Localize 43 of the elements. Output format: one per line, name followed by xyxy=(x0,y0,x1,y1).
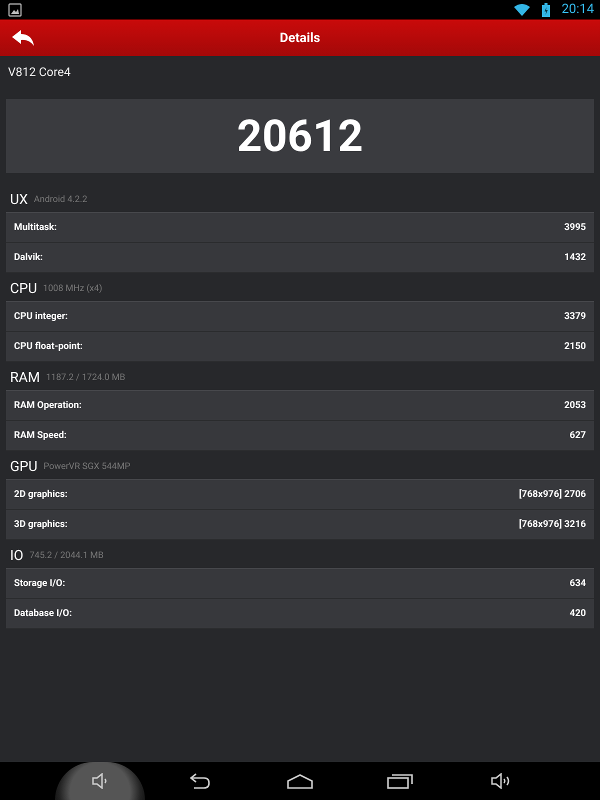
clock: 20:14 xyxy=(562,2,594,17)
section-title: UX xyxy=(10,192,28,208)
section-subtitle: 1187.2 / 1724.0 MB xyxy=(46,373,126,383)
result-value: [768x976] 2706 xyxy=(519,489,586,500)
result-label: CPU integer: xyxy=(14,311,68,322)
result-value: [768x976] 3216 xyxy=(519,519,586,530)
result-label: RAM Operation: xyxy=(14,400,82,411)
result-label: Database I/O: xyxy=(14,608,72,619)
screen-title: Details xyxy=(280,30,320,46)
total-score: 20612 xyxy=(236,110,364,162)
section-subtitle: 745.2 / 2044.1 MB xyxy=(29,551,104,561)
result-value: 627 xyxy=(570,430,586,441)
section-subtitle: PowerVR SGX 544MP xyxy=(43,462,130,472)
result-value: 1432 xyxy=(564,252,586,263)
wifi-icon xyxy=(514,4,530,16)
result-value: 634 xyxy=(570,578,586,589)
section-title: IO xyxy=(10,548,24,564)
result-value: 420 xyxy=(570,608,586,619)
section-subtitle: Android 4.2.2 xyxy=(34,195,88,205)
volume-down-icon xyxy=(92,772,108,790)
picture-icon xyxy=(8,2,22,16)
result-label: Storage I/O: xyxy=(14,578,66,589)
device-name: V812 Core4 xyxy=(7,64,72,81)
result-label: RAM Speed: xyxy=(14,430,67,441)
result-label: Dalvik: xyxy=(14,252,43,263)
section-subtitle: 1008 MHz (x4) xyxy=(43,284,102,294)
recents-icon xyxy=(387,774,413,788)
section-title: CPU xyxy=(10,281,38,297)
result-label: 3D graphics: xyxy=(14,519,68,530)
result-label: 2D graphics: xyxy=(14,489,68,500)
result-label: Multitask: xyxy=(14,222,57,233)
result-value: 2150 xyxy=(564,341,586,352)
back-icon xyxy=(190,773,210,789)
result-value: 3379 xyxy=(564,311,586,322)
result-value: 2053 xyxy=(564,400,586,411)
battery-icon xyxy=(542,2,550,16)
section-title: GPU xyxy=(10,459,38,475)
volume-up-icon xyxy=(490,772,510,790)
home-icon xyxy=(287,774,313,788)
back-arrow-icon xyxy=(12,30,34,46)
result-label: CPU float-point: xyxy=(14,341,83,352)
section-title: RAM xyxy=(10,370,40,386)
result-value: 3995 xyxy=(564,222,586,233)
